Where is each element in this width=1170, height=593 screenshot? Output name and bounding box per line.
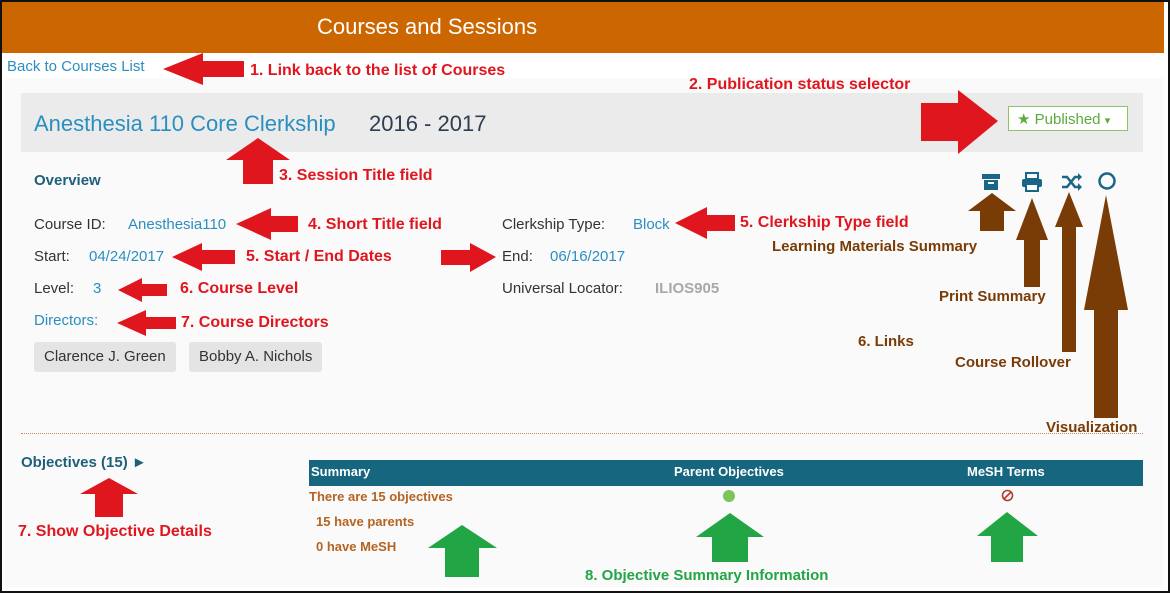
- annotation-course-rollover: Course Rollover: [955, 354, 1071, 371]
- annotation-short-title: 4. Short Title field: [308, 216, 442, 233]
- annotation-session-title: 3. Session Title field: [279, 167, 433, 184]
- annotation-level: 6. Course Level: [180, 280, 299, 297]
- annotation-back-link: 1. Link back to the list of Courses: [250, 62, 506, 79]
- annotation-publication: 2. Publication status selector: [689, 76, 911, 93]
- annotation-objective-summary: 8. Objective Summary Information: [585, 567, 829, 584]
- annotation-learning-materials: Learning Materials Summary: [772, 238, 978, 255]
- annotation-clerkship: 5. Clerkship Type field: [740, 214, 909, 231]
- annotation-directors: 7. Course Directors: [181, 314, 329, 331]
- annotation-objective-details: 7. Show Objective Details: [18, 523, 212, 540]
- annotation-dates: 5. Start / End Dates: [246, 248, 392, 265]
- annotation-links: 6. Links: [858, 333, 914, 350]
- annotation-print-summary: Print Summary: [939, 288, 1046, 305]
- annotation-visualization: Visualization: [1046, 419, 1138, 436]
